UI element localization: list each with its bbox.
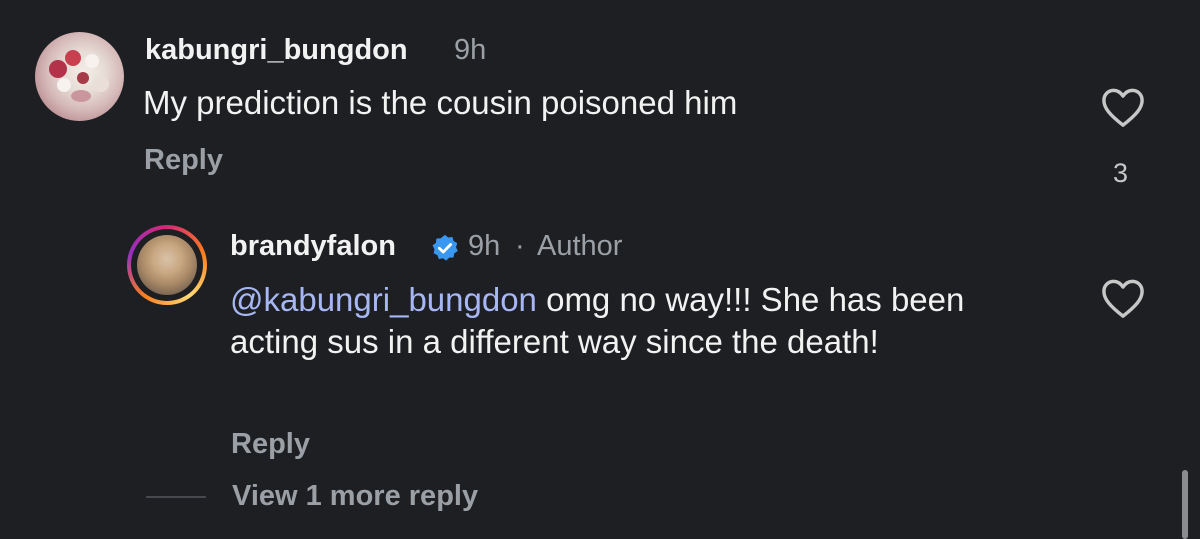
heart-icon[interactable] [1100,277,1146,319]
author-badge: Author [537,230,623,262]
verified-badge-icon [432,234,458,261]
like-count: 3 [1113,158,1129,188]
reply-timestamp: 9h [468,230,501,262]
mention-link[interactable]: @kabungri_bungdon [230,281,537,318]
heart-icon[interactable] [1100,86,1146,128]
comment-text: My prediction is the cousin poisoned him [143,84,738,121]
avatar[interactable] [35,32,124,121]
view-more-divider [146,496,206,498]
comment-username[interactable]: kabungri_bungdon [145,34,408,67]
comment-timestamp: 9h [454,34,487,66]
avatar[interactable] [137,235,197,295]
reply-text: @kabungri_bungdon omg no way!!! She has … [230,279,1050,363]
avatar-story-ring[interactable] [127,225,207,305]
comments-panel: kabungri_bungdon 9h My prediction is the… [0,0,1200,539]
reply-button[interactable]: Reply [231,428,310,461]
reply-username[interactable]: brandyfalon [230,230,396,263]
reply-button[interactable]: Reply [144,144,223,177]
separator-dot: · [515,230,525,262]
view-more-replies-button[interactable]: View 1 more reply [232,480,478,513]
scrollbar[interactable] [1182,470,1188,539]
